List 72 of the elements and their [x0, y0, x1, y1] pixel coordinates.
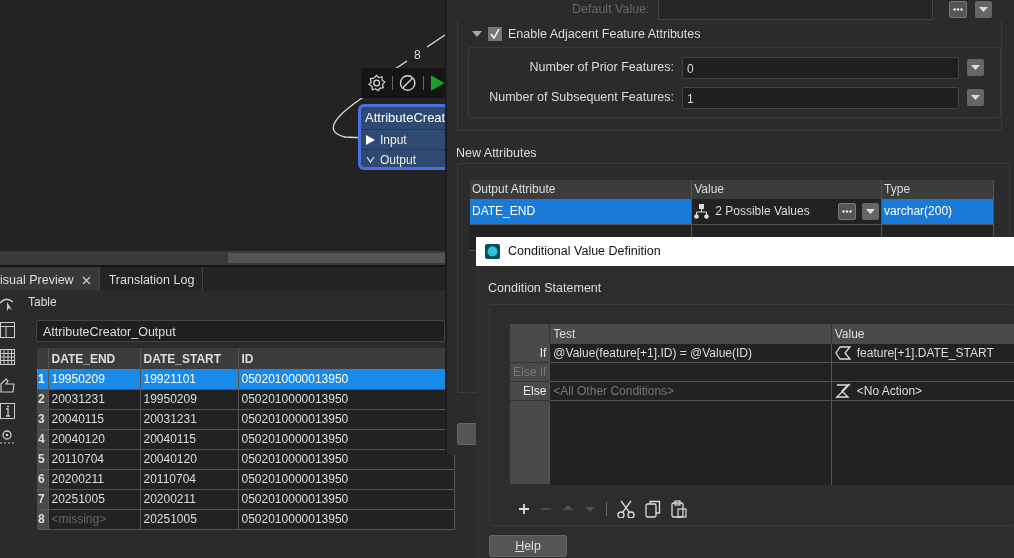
window-title: Conditional Value Definition: [508, 243, 661, 261]
app-icon: [485, 244, 500, 259]
column-header: DATE_START: [140, 348, 238, 369]
table-selector[interactable]: AttributeCreator_Output: [36, 320, 445, 342]
input-port-label: Input: [380, 131, 407, 149]
hierarchy-icon: [694, 203, 710, 219]
column-header: Test: [549, 323, 832, 344]
scrollbar-thumb[interactable]: [228, 253, 445, 263]
column-header: Output Attribute: [470, 179, 692, 199]
attribute-value-icon: [834, 346, 851, 360]
horizontal-scrollbar[interactable]: [0, 251, 445, 265]
add-icon[interactable]: [518, 503, 530, 516]
value-text: 2 Possible Values: [715, 203, 811, 221]
row-number: 3: [37, 409, 48, 429]
dropdown-button[interactable]: [862, 202, 880, 220]
node-title: AttributeCreat: [364, 109, 445, 127]
transformer-node[interactable]: AttributeCreat Input Output: [358, 104, 445, 170]
more-button[interactable]: [838, 202, 857, 220]
help-button[interactable]: Help: [489, 534, 567, 557]
settings-icon[interactable]: [367, 73, 387, 93]
caret-icon[interactable]: [978, 6, 988, 12]
input-field[interactable]: 0: [682, 56, 959, 79]
table-cell: varchar(200): [881, 198, 994, 225]
checkbox-label: Enable Adjacent Feature Attributes: [508, 26, 701, 43]
group-title: New Attributes: [456, 144, 538, 162]
caret-icon[interactable]: [971, 95, 980, 101]
column-header: DATE_END: [48, 348, 140, 369]
row-number: 2: [37, 389, 48, 409]
panel-tab[interactable]: Translation Log: [99, 267, 204, 290]
disable-icon[interactable]: [399, 74, 417, 92]
row-number: 8: [37, 509, 48, 529]
row-number: 7: [37, 489, 48, 509]
table-icon[interactable]: [0, 348, 15, 366]
section-label: Table: [28, 294, 58, 311]
collapse-icon[interactable]: [472, 30, 482, 39]
column-header: Value: [831, 323, 1014, 344]
map-pin-icon[interactable]: [0, 429, 15, 445]
row-number: 5: [37, 449, 48, 469]
input-port-icon[interactable]: [365, 133, 376, 146]
more-button[interactable]: [948, 0, 967, 18]
caret-icon[interactable]: [866, 208, 876, 214]
dropdown-button[interactable]: [974, 0, 992, 18]
caret-icon[interactable]: [971, 65, 980, 71]
field-label: Number of Prior Features:: [528, 59, 674, 77]
paste-icon[interactable]: [671, 500, 687, 519]
field-label: Default Value:: [572, 0, 650, 18]
cut-icon[interactable]: [617, 500, 635, 519]
dropdown-button[interactable]: [967, 59, 984, 77]
panel-tab[interactable]: isual Preview: [0, 267, 100, 290]
checkbox[interactable]: [488, 27, 502, 42]
more-icon[interactable]: [842, 209, 853, 213]
row-number: 1: [37, 369, 48, 389]
layout-icon[interactable]: [0, 321, 15, 339]
input-field[interactable]: [657, 0, 933, 20]
column-header: Type: [881, 179, 994, 199]
eye-cursor-icon[interactable]: [0, 296, 15, 312]
input-field[interactable]: 1: [682, 86, 959, 109]
output-port-label: Output: [380, 151, 417, 169]
more-icon[interactable]: [952, 7, 963, 11]
table-cell[interactable]: DATE_END: [470, 198, 692, 225]
column-header: Value: [691, 179, 882, 199]
dropdown-button[interactable]: [967, 89, 984, 107]
close-icon[interactable]: [81, 276, 91, 286]
table-cell: 19921101: [140, 369, 238, 389]
row-number: 6: [37, 469, 48, 489]
info-icon[interactable]: [0, 402, 15, 420]
row-number: 4: [37, 429, 48, 449]
field-label: Number of Subsequent Features:: [488, 89, 674, 107]
no-action-icon: [834, 383, 851, 400]
group-title: Condition Statement: [488, 280, 603, 297]
table-cell: 19950209: [48, 369, 140, 389]
copy-icon[interactable]: [645, 500, 661, 519]
